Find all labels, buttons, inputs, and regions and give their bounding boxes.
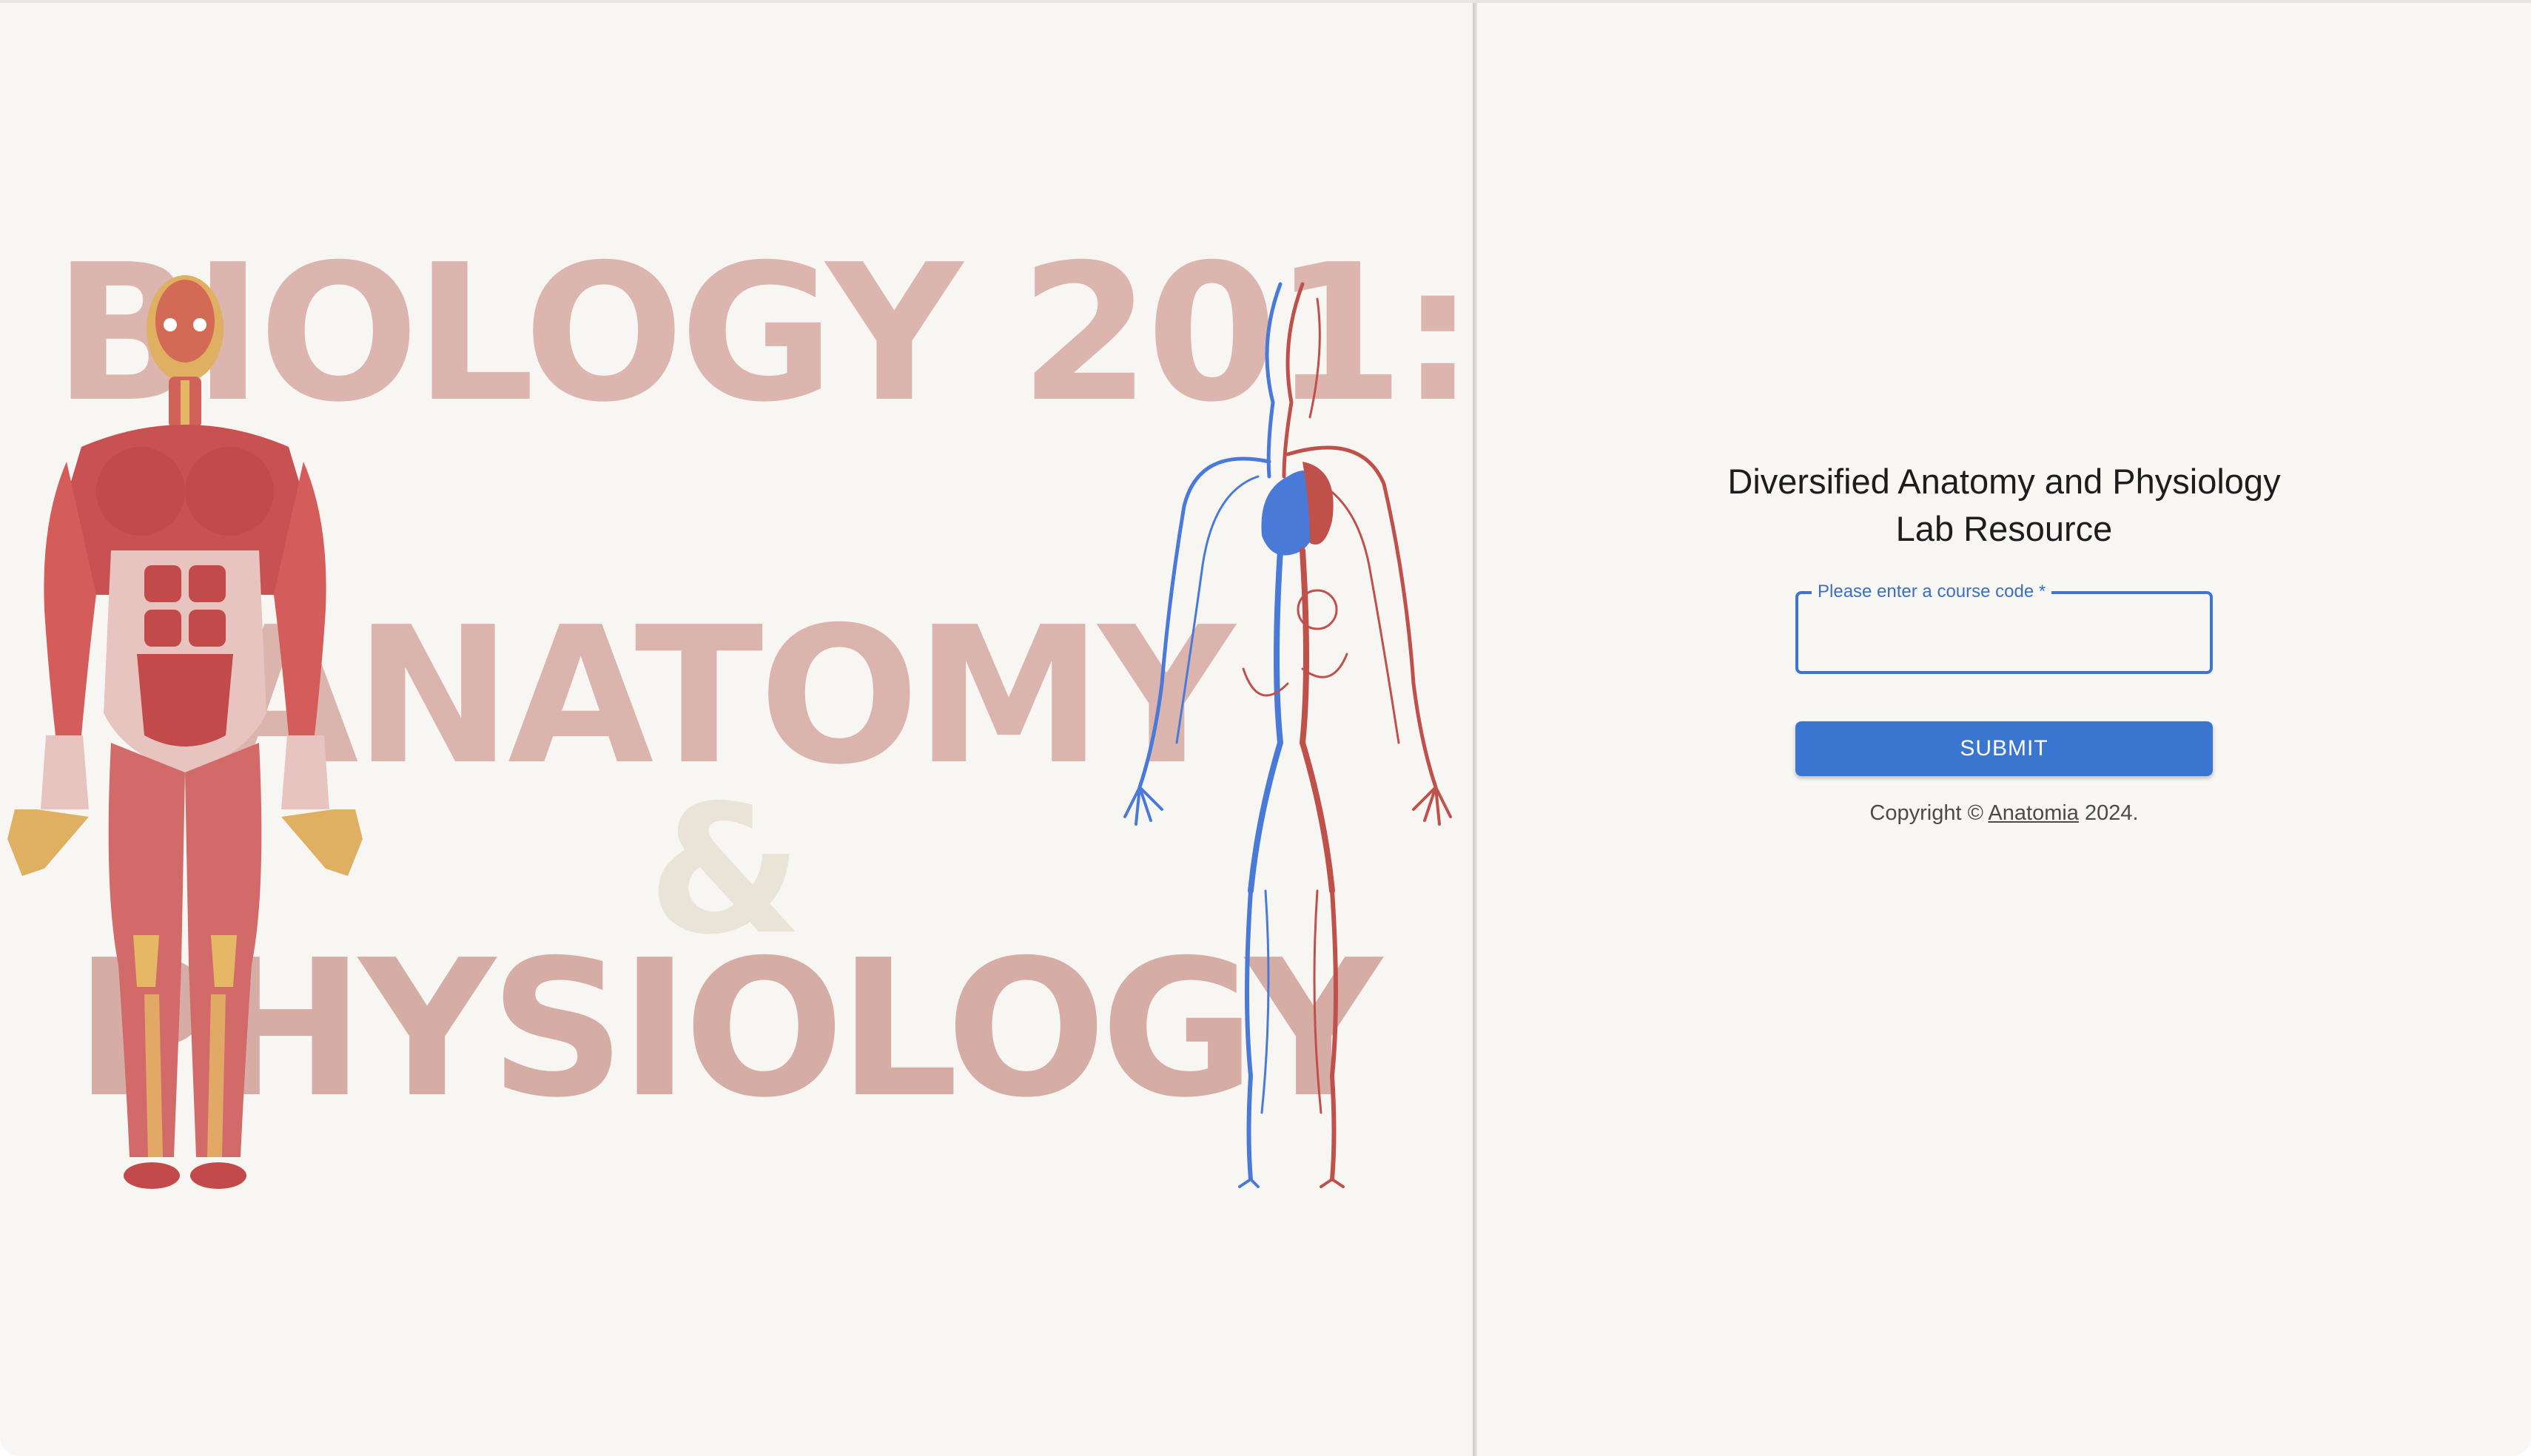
biology-banner-illustration: BIOLOGY 201: ANATOMY & PHYSIOLOGY	[7, 224, 1476, 1189]
page-title-line1: Diversified Anatomy and Physiology	[1727, 462, 2281, 501]
hero-banner: BIOLOGY 201: ANATOMY & PHYSIOLOGY	[0, 3, 1476, 1456]
course-code-field[interactable]: Please enter a course code *	[1795, 582, 2213, 674]
banner-title-line4: PHYSIOLOGY	[75, 920, 1385, 1139]
copyright-text: Copyright © Anatomia 2024.	[1869, 801, 2138, 826]
login-page: BIOLOGY 201: ANATOMY & PHYSIOLOGY Divers…	[0, 0, 2531, 1456]
submit-button[interactable]: SUBMIT	[1795, 721, 2213, 776]
banner-title-line1: BIOLOGY 201:	[53, 224, 1471, 444]
course-code-form: Diversified Anatomy and Physiology Lab R…	[1477, 458, 2531, 826]
anatomia-link[interactable]: Anatomia	[1988, 801, 2079, 825]
course-code-input[interactable]	[1798, 594, 2210, 671]
copyright-prefix: Copyright ©	[1869, 801, 1983, 825]
page-title: Diversified Anatomy and Physiology Lab R…	[1671, 458, 2337, 553]
copyright-suffix: 2024.	[2085, 801, 2139, 825]
login-panel: Diversified Anatomy and Physiology Lab R…	[1477, 3, 2531, 1456]
page-title-line2: Lab Resource	[1895, 509, 2113, 548]
